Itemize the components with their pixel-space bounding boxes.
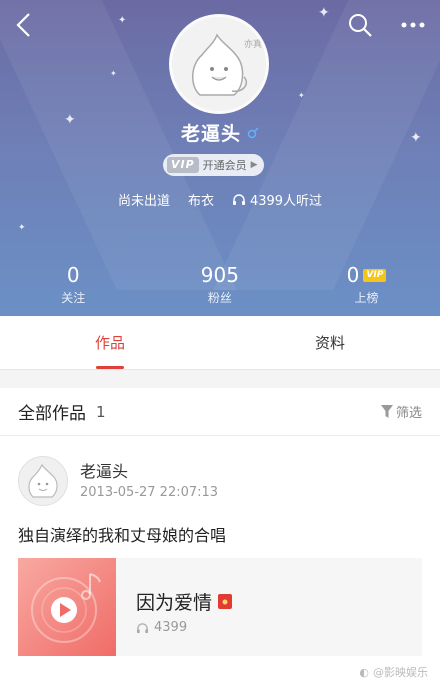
post-author-avatar[interactable] [18,456,68,506]
section-title: 全部作品 [18,404,86,424]
profile-name: 老逼头 [180,123,241,145]
play-disc-icon [31,573,101,643]
headphones-icon [232,194,245,205]
vip-badge: VIP [167,157,199,173]
back-button[interactable] [6,8,40,42]
debut-status: 尚未出道 [117,194,170,209]
song-cover[interactable] [18,558,116,656]
post-text: 独自演绎的我和丈母娘的合唱 [18,526,227,545]
headphones-icon [136,622,149,633]
vip-open-button[interactable]: VIP 开通会员 ▶ [163,154,264,176]
stat-rank[interactable]: 0 VIP 上榜 [293,262,440,306]
gender-icon [247,126,259,138]
song-card[interactable]: 因为爱情 4399 [18,558,422,656]
rank-count: 0 [346,263,360,287]
filter-funnel-icon [380,405,393,418]
work-post: 老逼头 2013-05-27 22:07:13 独自演绎的我和丈母娘的合唱 因为… [0,436,440,684]
stat-fans[interactable]: 905 粉丝 [147,262,294,306]
weibo-logo-icon: ◐ [359,665,369,679]
search-button[interactable] [343,8,377,42]
mascot-avatar-icon: 亦真相 [192,33,269,96]
vip-open-label: 开通会员 [202,159,247,172]
fans-count: 905 [200,263,239,287]
search-icon [349,14,372,37]
rank-label: 上榜 [354,291,379,305]
song-plays-count: 4399 [154,620,188,635]
rank-vip-badge: VIP [363,268,387,282]
sparkle-icon: ✦ [298,91,305,100]
tab-profile-info[interactable]: 资料 [220,316,440,369]
watermark-text: @影映娱乐 [373,666,428,679]
red-badge-icon [218,594,233,609]
more-button[interactable] [396,8,430,42]
sparkle-icon: ✦ [18,223,26,233]
stat-following[interactable]: 0 关注 [0,262,147,306]
chevron-right-icon: ▶ [250,160,258,170]
profile-tabs: 作品 资料 [0,316,440,370]
song-title: 因为爱情 [136,592,213,614]
profile-header: ✦ ✦ ✦ ✦ ✦ ✦ ✦ 亦真相 老逼头 VIP 开通会员 ▶ 尚未出道 布衣… [0,0,440,316]
user-rank: 布衣 [187,194,214,209]
mascot-avatar-icon [28,463,58,498]
tab-works[interactable]: 作品 [0,316,220,369]
song-title-row: 因为爱情 [136,588,233,615]
profile-avatar[interactable]: 亦真相 [169,14,269,114]
post-author-name[interactable]: 老逼头 [80,458,128,482]
profile-name-row: 老逼头 [0,119,440,146]
listen-count-text: 4399人听过 [249,194,323,209]
works-section-header: 全部作品 1 筛选 [0,388,440,436]
filter-label: 筛选 [395,406,422,421]
following-label: 关注 [61,291,86,305]
sparkle-icon: ✦ [118,15,127,26]
listen-count: 4399人听过 [232,190,322,209]
post-timestamp: 2013-05-27 22:07:13 [80,485,219,500]
fans-label: 粉丝 [207,291,232,305]
section-count: 1 [96,402,106,421]
following-count: 0 [66,263,80,287]
profile-info-row: 尚未出道 布衣 4399人听过 [0,190,440,209]
sparkle-icon: ✦ [318,5,330,21]
watermark: ◐ @影映娱乐 [359,664,428,680]
song-plays: 4399 [136,620,187,635]
back-arrow-icon [16,13,30,37]
sparkle-icon: ✦ [110,69,117,78]
avatar-text: 亦真相 [244,38,269,50]
stats-bar: 0 关注 905 粉丝 0 VIP 上榜 [0,262,440,306]
more-dots-icon [401,22,425,28]
filter-button[interactable]: 筛选 [380,402,422,421]
